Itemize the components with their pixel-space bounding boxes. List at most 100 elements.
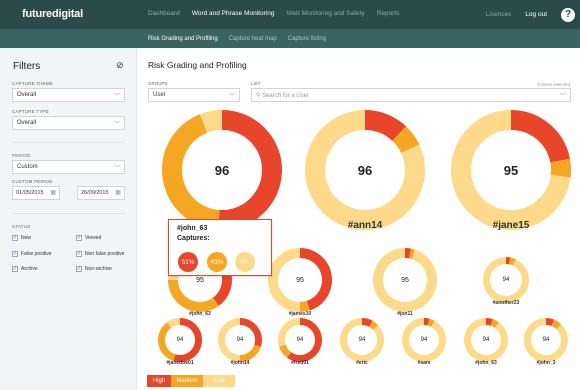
checkbox-checked-icon: ✓ (12, 235, 18, 241)
groups-label: GROUPS (148, 81, 168, 86)
donut-score: 94 (236, 337, 244, 343)
donut-user-name: #jane15 (492, 220, 530, 231)
tab-capture-listing[interactable]: Capture listing (288, 36, 326, 42)
donut-score: 94 (176, 337, 184, 343)
status-new-checkbox[interactable]: ✓ New (12, 235, 31, 241)
capture-type-select[interactable]: Overall ﹀ (12, 116, 125, 130)
checkbox-checked-icon: ✓ (12, 251, 18, 257)
capture-theme-value: Overall (17, 92, 37, 98)
checkbox-label: Non-archive (85, 266, 112, 272)
checkbox-label: False positive (21, 251, 52, 257)
filters-title: Filters (13, 61, 41, 72)
sub-nav: Risk Grading and Profiling Capture heat … (148, 36, 326, 42)
donut-score: 94 (420, 337, 428, 343)
user-risk-donut[interactable]: 95 (450, 109, 572, 231)
reset-filters-icon[interactable]: ⊘ (116, 60, 124, 71)
donut-user-name: #john14 (230, 360, 250, 366)
tooltip-low-pill: 6% (235, 252, 255, 272)
capture-theme-select[interactable]: Overall ﹀ (12, 88, 125, 102)
user-risk-donut[interactable]: 94 (482, 256, 530, 304)
tooltip-user-name: #john_63 (177, 225, 208, 232)
filters-sidebar: Filters ⊘ CAPTURE THEME Overall ﹀ CAPTURE… (0, 48, 137, 390)
capture-theme-label: CAPTURE THEME (12, 81, 54, 86)
logout-link[interactable]: Log out (525, 11, 547, 18)
user-risk-donut[interactable]: 95 (267, 247, 333, 313)
date-from-field[interactable]: 01/05/2015 ▦ (12, 186, 60, 200)
checkbox-label: Non false positive (85, 251, 125, 257)
groups-select[interactable]: User ﹀ (148, 88, 240, 102)
legend-medium: Medium (171, 375, 203, 387)
donut-user-name: #eric (356, 360, 368, 366)
nav-word-phrase-monitoring[interactable]: Word and Phrase Monitoring (192, 10, 275, 17)
search-placeholder: Search for a User (262, 93, 310, 99)
divider (12, 142, 125, 143)
checkbox-checked-icon: ✓ (76, 251, 82, 257)
nav-reports[interactable]: Reports (377, 10, 400, 17)
groups-value: User (153, 92, 166, 98)
nav-dashboard[interactable]: Dashboard (148, 10, 180, 17)
status-non-false-positive-checkbox[interactable]: ✓ Non false positive (76, 251, 124, 257)
donut-score: 95 (401, 276, 409, 284)
licences-link[interactable]: Licences (486, 11, 512, 18)
top-right-actions: Licences Log out ? (486, 0, 580, 29)
sub-nav-bar: Risk Grading and Profiling Capture heat … (0, 29, 580, 48)
donut-user-name: #janedoe01 (166, 360, 194, 366)
user-risk-donut[interactable]: 94 (463, 317, 509, 363)
status-label: STATUS (12, 224, 31, 229)
period-select[interactable]: Custom ﹀ (12, 160, 125, 174)
top-nav: Dashboard Word and Phrase Monitoring Web… (148, 10, 400, 17)
user-risk-donut[interactable]: 94 (339, 317, 385, 363)
donut-score: 95 (503, 162, 519, 178)
donut-score: 94 (482, 337, 490, 343)
donut-user-name: #sam (417, 360, 431, 366)
user-tooltip: #john_63 Captures: 51% 43% 6% (168, 219, 272, 276)
donut-user-name: #john_3 (536, 360, 556, 366)
tab-risk-grading[interactable]: Risk Grading and Profiling (148, 36, 218, 42)
legend-high: High (147, 375, 171, 387)
tooltip-medium-pill: 43% (207, 252, 227, 272)
risk-legend: High Medium Low (147, 375, 235, 387)
donut-score: 94 (358, 337, 366, 343)
date-to-field[interactable]: 26/09/2015 ▦ (77, 186, 125, 200)
user-risk-donut[interactable]: 94 (157, 317, 203, 363)
user-search-input[interactable]: ⚲ Search for a User ﹀ (251, 88, 571, 102)
tooltip-high-pill: 51% (178, 252, 198, 272)
list-label: LIST (251, 81, 261, 86)
checkbox-label: Archive (21, 266, 38, 272)
divider (12, 213, 125, 214)
custom-period-label: CUSTOM PERIOD (12, 179, 53, 184)
capture-type-value: Overall (17, 120, 37, 126)
donut-score: 96 (357, 162, 373, 178)
donut-score: 95 (296, 276, 304, 284)
user-risk-donut[interactable]: 94 (401, 317, 447, 363)
legend-low: Low (203, 375, 235, 387)
search-icon: ⚲ (256, 93, 261, 99)
user-risk-donut[interactable]: 96 (161, 109, 283, 231)
donut-user-name: #fred01 (291, 360, 309, 366)
status-false-positive-checkbox[interactable]: ✓ False positive (12, 251, 52, 257)
help-icon[interactable]: ? (561, 7, 575, 22)
user-risk-donut[interactable]: 94 (277, 317, 323, 363)
donut-user-name: #ann14 (347, 220, 383, 231)
checkbox-checked-icon: ✓ (76, 266, 82, 272)
checkbox-label: Viewed (85, 235, 102, 241)
donut-score: 96 (214, 162, 230, 178)
user-risk-donut[interactable]: 94 (523, 317, 569, 363)
period-label: PERIOD (12, 153, 31, 158)
donut-user-name: #john_63 (475, 360, 497, 366)
tab-capture-heat-map[interactable]: Capture heat map (229, 36, 277, 42)
user-risk-donut[interactable]: 96 (304, 109, 426, 231)
chevron-down-icon: ﹀ (228, 94, 235, 100)
checkbox-checked-icon: ✓ (76, 235, 82, 241)
selected-count: 0 items selected (537, 82, 570, 87)
checkbox-label: New (21, 235, 32, 241)
status-non-archive-checkbox[interactable]: ✓ Non-archive (76, 266, 112, 272)
nav-web-monitoring[interactable]: Web Monitoring and Safety (286, 10, 364, 17)
user-risk-donut[interactable]: 94 (217, 317, 263, 363)
tooltip-captures-label: Captures: (177, 235, 210, 242)
date-to-value: 26/09/2015 (81, 190, 109, 196)
status-viewed-checkbox[interactable]: ✓ Viewed (76, 235, 101, 241)
user-risk-donut[interactable]: 95 (372, 247, 438, 313)
status-archive-checkbox[interactable]: ✓ Archive (12, 266, 38, 272)
calendar-icon: ▦ (115, 190, 121, 196)
